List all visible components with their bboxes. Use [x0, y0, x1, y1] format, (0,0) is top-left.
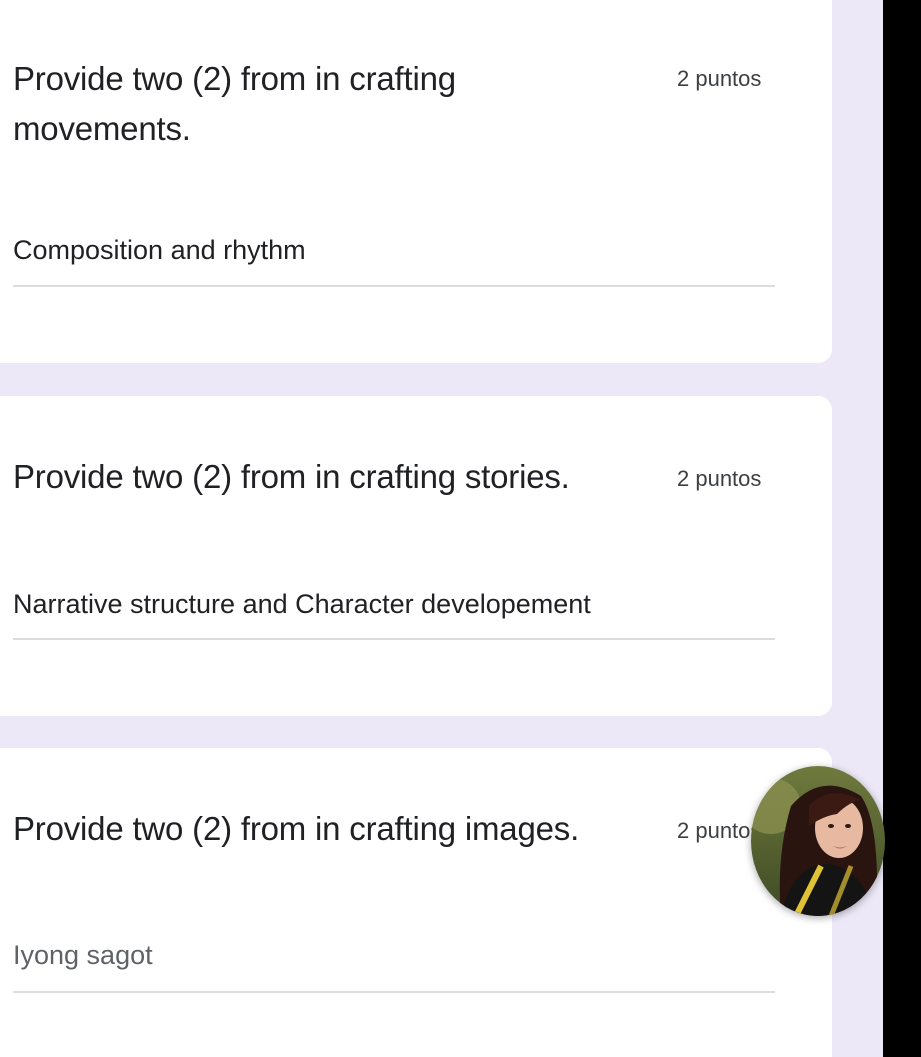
form-page: Provide two (2) from in crafting movemen… [0, 0, 921, 1057]
question-title: Provide two (2) from in crafting movemen… [13, 60, 456, 147]
question-title: Provide two (2) from in crafting stories… [13, 458, 570, 495]
question-title: Provide two (2) from in crafting images. [13, 810, 580, 847]
answer-underline [13, 991, 775, 993]
question-card-2: Provide two (2) from in crafting stories… [0, 396, 832, 716]
screen-edge [883, 0, 921, 1057]
question-card-1: Provide two (2) from in crafting movemen… [0, 0, 832, 363]
question-card-3: Provide two (2) from in crafting images.… [0, 748, 832, 1057]
answer-underline [13, 285, 775, 287]
answer-input[interactable]: Composition and rhythm [13, 235, 773, 266]
question-points: 2 puntos [677, 66, 762, 91]
question-points: 2 puntos [677, 466, 762, 491]
question-points: 2 puntos [677, 818, 762, 843]
answer-underline [13, 638, 775, 640]
avatar-photo-icon [751, 766, 885, 916]
answer-input[interactable]: Narrative structure and Character develo… [13, 589, 773, 620]
answer-input[interactable]: Iyong sagot [13, 940, 773, 971]
avatar[interactable] [751, 766, 885, 916]
